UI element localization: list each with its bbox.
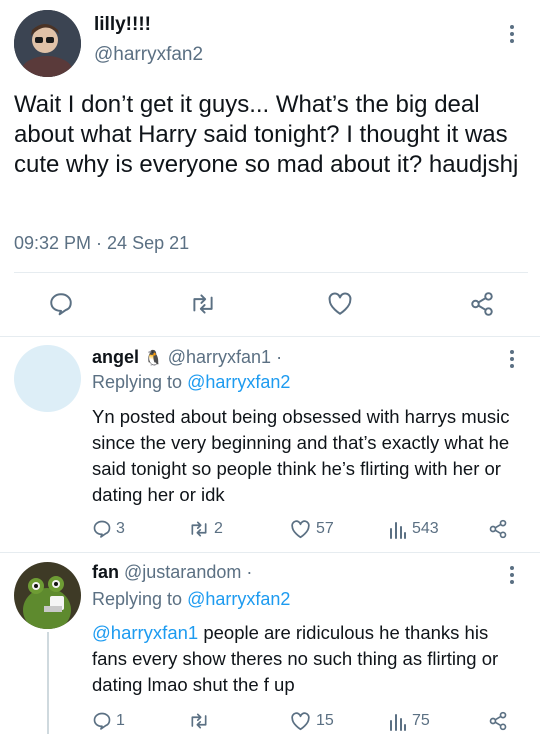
retweet-icon[interactable] [188, 711, 210, 731]
replying-to-label: Replying to [92, 589, 183, 609]
retweet-icon[interactable] [188, 519, 210, 539]
like-icon[interactable] [290, 520, 311, 539]
avatar-fan[interactable] [14, 562, 81, 629]
tweet-timestamp: 09:32 PM · 24 Sep 21 [14, 233, 190, 253]
separator-dot: · [246, 562, 253, 582]
separator-dot: · [276, 347, 283, 367]
like-icon[interactable] [290, 712, 311, 731]
views-count: 543 [412, 520, 439, 537]
more-icon[interactable] [510, 566, 514, 587]
views-icon[interactable] [389, 711, 407, 731]
display-name[interactable]: lilly!!!! [94, 14, 151, 36]
like-count: 57 [316, 520, 334, 537]
replying-to-label: Replying to [92, 372, 183, 392]
share-icon[interactable] [488, 519, 508, 539]
replying-to-handle[interactable]: @harryxfan2 [187, 372, 290, 392]
replying-to: Replying to @harryxfan2 [92, 589, 290, 610]
reply-icon[interactable] [92, 711, 112, 731]
retweet-icon[interactable] [189, 291, 217, 317]
user-handle[interactable]: @harryxfan2 [94, 44, 203, 66]
replying-to-handle[interactable]: @harryxfan2 [187, 589, 290, 609]
reply-text: Yn posted about being obsessed with harr… [92, 406, 510, 505]
divider [0, 552, 540, 553]
display-name[interactable]: angel [92, 347, 139, 367]
reply-text: @harryxfan1 people are ridiculous he tha… [92, 620, 522, 698]
user-handle[interactable]: @harryxfan1 [168, 347, 271, 367]
reply-header: angel 🐧 @harryxfan1 · [92, 347, 282, 368]
avatar-lilly[interactable] [14, 10, 81, 77]
like-icon[interactable] [327, 292, 353, 316]
reply-icon[interactable] [48, 291, 74, 317]
avatar-angel[interactable] [14, 345, 81, 412]
views-icon[interactable] [389, 519, 407, 539]
reply-icon[interactable] [92, 519, 112, 539]
mention-link[interactable]: @harryxfan1 [92, 622, 198, 643]
more-icon[interactable] [510, 350, 514, 371]
more-icon[interactable] [510, 25, 514, 46]
penguin-emoji: 🐧 [144, 350, 163, 367]
display-name[interactable]: fan [92, 562, 119, 582]
share-icon[interactable] [469, 291, 495, 317]
reply-count: 3 [116, 520, 125, 537]
share-icon[interactable] [488, 711, 508, 731]
retweet-count: 2 [214, 520, 223, 537]
replying-to: Replying to @harryxfan2 [92, 372, 290, 393]
reply-header: fan @justarandom · [92, 562, 252, 583]
views-count: 75 [412, 712, 430, 729]
tweet-text: Wait I don’t get it guys... What’s the b… [14, 91, 519, 178]
thread-line [47, 632, 49, 734]
user-handle[interactable]: @justarandom [124, 562, 241, 582]
reply-count: 1 [116, 712, 125, 729]
divider [14, 272, 528, 273]
like-count: 15 [316, 712, 334, 729]
divider [0, 336, 540, 337]
